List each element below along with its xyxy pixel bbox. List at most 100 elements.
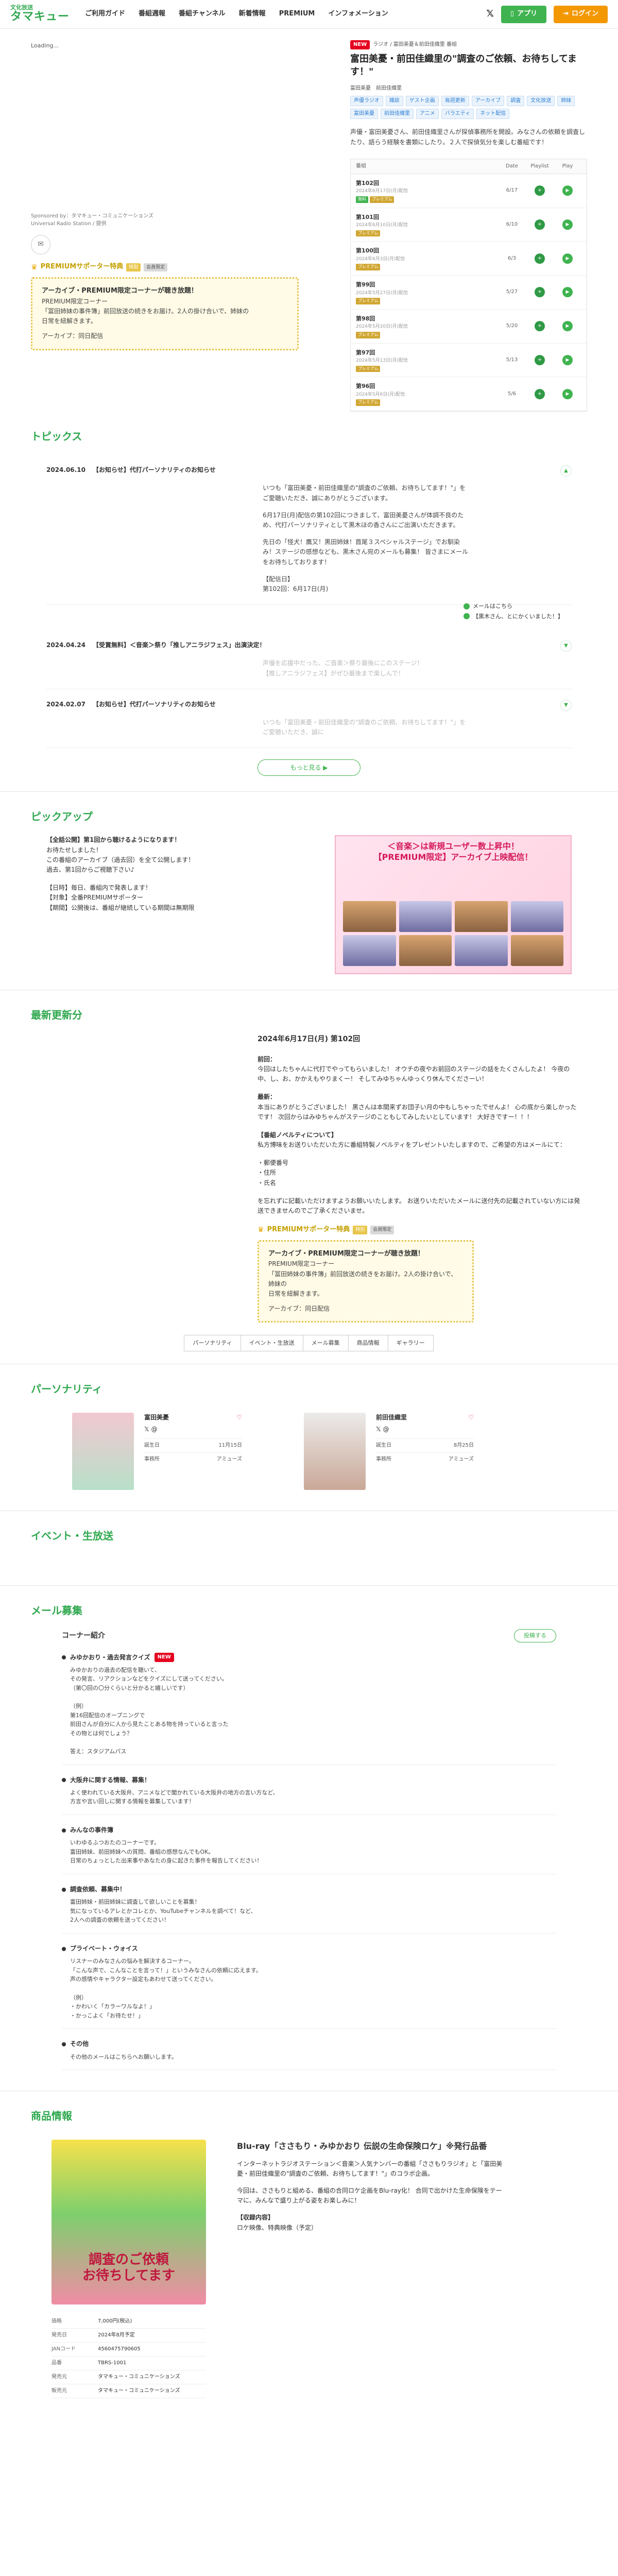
topic-item[interactable]: 2024.04.24 【受賞無料】＜音楽＞祭り「推しアニラジフェス」出演決定！ … (46, 630, 572, 689)
pickup-banner[interactable]: ＜音楽＞は新規ユーザー数上昇中！ 【PREMIUM限定】アーカイブ上映配信！ (335, 835, 572, 975)
episode-badge: プレミアム (356, 331, 381, 338)
topic-main: 【お知らせ】代打パーソナリティのお知らせ いつも「富田美憂・前田佳織里の"調査の… (82, 700, 560, 738)
personality-detail-row: 誕生日 11月15日 (144, 1438, 242, 1452)
play-icon[interactable]: ▶ (562, 388, 573, 399)
episode-row[interactable]: 第101回 2024年6月10日(月)配信 プレミアム 6/10 + ▶ (351, 208, 587, 242)
tag[interactable]: ネット配信 (476, 109, 510, 120)
site-logo[interactable]: 文化放送 タマキュー (10, 5, 70, 23)
episode-row[interactable]: 第102回 2024年6月17日(月)配信 無料 プレミアム 6/17 + ▶ (351, 174, 587, 208)
tag[interactable]: 雑談 (385, 96, 403, 107)
topic-link[interactable]: メールはこちら (464, 602, 572, 611)
app-button-label: アプリ (517, 10, 538, 18)
episode-row[interactable]: 第96回 2024年5月6日(月)配信 プレミアム 5/6 + ▶ (351, 377, 587, 412)
personality-name-row: 前田佳織里 ♡ (376, 1413, 474, 1422)
personality-x-link[interactable]: 𝕏 @ (376, 1425, 474, 1434)
play-icon[interactable]: ▶ (562, 219, 573, 230)
login-button[interactable]: ⇥ ログイン (554, 5, 608, 23)
site-header: 文化放送 タマキュー ご利用ガイド 番組週報 番組チャンネル 新着情報 PREM… (0, 0, 618, 29)
corner-name: その他 (62, 2039, 556, 2049)
topic-link[interactable]: 【黒木さん、とにかくいました！】 (464, 612, 572, 621)
topic-item[interactable]: 2024.02.07 【お知らせ】代打パーソナリティのお知らせ いつも「富田美憂… (46, 689, 572, 749)
chevron-down-icon[interactable]: ▼ (560, 640, 572, 652)
episode-row[interactable]: 第99回 2024年5月27日(月)配信 プレミアム 5/27 + ▶ (351, 276, 587, 310)
play-icon[interactable]: ▶ (562, 355, 573, 366)
add-playlist-icon[interactable]: + (535, 287, 545, 298)
play-cell: ▶ (554, 355, 581, 366)
cast-label: 富田美憂 前田佳織里 (350, 86, 402, 92)
nav-item-info[interactable]: インフォメーション (328, 9, 388, 20)
tab-products[interactable]: 商品情報 (348, 1335, 388, 1351)
add-playlist-icon[interactable]: + (535, 388, 545, 399)
product-image[interactable]: 調査のご依頼 お待ちしてます (52, 2140, 206, 2305)
tab-gallery[interactable]: ギャラリー (387, 1335, 434, 1351)
x-logo-icon[interactable]: 𝕏 (486, 7, 494, 22)
episode-row[interactable]: 第98回 2024年5月20日(月)配信 プレミアム 5/20 + ▶ (351, 310, 587, 344)
episode-subtitle: 2024年5月27日(月)配信 (356, 290, 408, 296)
banner-photo (455, 935, 508, 967)
add-playlist-icon[interactable]: + (535, 253, 545, 264)
tag[interactable]: 調査 (507, 96, 525, 107)
personality-card[interactable]: 富田美憂 ♡ 𝕏 @ 誕生日 11月15日 事務所 アミューズ (72, 1412, 242, 1490)
episode-cell: 第96回 2024年5月6日(月)配信 プレミアム (356, 382, 498, 406)
post-button[interactable]: 投稿する (514, 1629, 556, 1642)
chevron-down-icon[interactable]: ▼ (560, 699, 572, 711)
tab-events[interactable]: イベント・生放送 (240, 1335, 303, 1351)
tag[interactable]: 文化放送 (527, 96, 555, 107)
topic-title: 【受賞無料】＜音楽＞祭り「推しアニラジフェス」出演決定！ (93, 641, 266, 649)
chevron-up-icon[interactable]: ▲ (560, 465, 572, 477)
play-icon[interactable]: ▶ (562, 321, 573, 332)
mail-corner: その他 その他のメールはこちらへお願いします。 (62, 2039, 556, 2071)
topic-date: 2024.02.07 (46, 700, 85, 708)
tag[interactable]: バラエティ (441, 109, 474, 120)
topic-paragraph: いつも「富田美憂・前田佳織里の"調査のご依頼、お待ちしてます！"」をご愛聴いただ… (263, 484, 466, 502)
heart-icon[interactable]: ♡ (468, 1413, 474, 1422)
topic-links: メールはこちら 【黒木さん、とにかくいました！】 (464, 602, 572, 621)
special-badge: 特別 (353, 1226, 368, 1234)
app-button[interactable]: ▯ アプリ (501, 5, 547, 23)
add-playlist-icon[interactable]: + (535, 185, 545, 196)
nav-item-weekly[interactable]: 番組週報 (139, 9, 165, 20)
members-badge: 会員限定 (144, 263, 168, 272)
play-icon[interactable]: ▶ (562, 185, 573, 196)
tag[interactable]: 前田佳織里 (381, 109, 414, 120)
tag[interactable]: 毎週更新 (441, 96, 469, 107)
episode-row[interactable]: 第100回 2024年6月3日(月)配信 プレミアム 6/3 + ▶ (351, 242, 587, 276)
episode-title: 第96回 (356, 383, 375, 390)
detail-value: 11月15日 (218, 1443, 242, 1449)
tag[interactable]: ゲスト企画 (405, 96, 439, 107)
add-playlist-icon[interactable]: + (535, 321, 545, 332)
topics-section: トピックス (0, 428, 618, 445)
mail-icon[interactable]: ✉ (31, 234, 50, 255)
play-cell: ▶ (554, 287, 581, 298)
personality-card[interactable]: 前田佳織里 ♡ 𝕏 @ 誕生日 8月25日 事務所 アミューズ (304, 1412, 474, 1490)
corner-name: 大阪弁に関する情報、募集！ (62, 1775, 556, 1785)
spec-row: JANコード 4560475790605 (52, 2343, 206, 2357)
nav-item-guide[interactable]: ご利用ガイド (85, 9, 125, 20)
more-topics-button[interactable]: もっと見る ▶ (258, 759, 360, 776)
add-playlist-icon[interactable]: + (535, 355, 545, 366)
play-icon[interactable]: ▶ (562, 253, 573, 264)
tag[interactable]: 声優ラジオ (350, 96, 383, 107)
episode-badges: プレミアム (356, 399, 498, 406)
episode-row[interactable]: 第97回 2024年5月13日(月)配信 プレミアム 5/13 + ▶ (351, 344, 587, 378)
nav-item-premium[interactable]: PREMIUM (279, 9, 315, 20)
nav-item-channel[interactable]: 番組チャンネル (179, 9, 226, 20)
play-icon[interactable]: ▶ (562, 287, 573, 298)
corner-intro-title: コーナー紹介 (62, 1631, 105, 1640)
episode-title: 第99回 (356, 281, 375, 289)
tag[interactable]: アーカイブ (471, 96, 505, 107)
tab-personality[interactable]: パーソナリティ (184, 1335, 241, 1351)
add-playlist-icon[interactable]: + (535, 219, 545, 230)
personality-x-link[interactable]: 𝕏 @ (144, 1425, 242, 1434)
tag[interactable]: アニメ (416, 109, 439, 120)
heart-icon[interactable]: ♡ (236, 1413, 242, 1422)
player-area[interactable] (31, 50, 299, 205)
tab-mail[interactable]: メール募集 (302, 1335, 349, 1351)
personality-info: 富田美憂 ♡ 𝕏 @ 誕生日 11月15日 事務所 アミューズ (144, 1413, 242, 1490)
spec-row: 価格 7,000円(税込) (52, 2315, 206, 2329)
tag[interactable]: 姉妹 (557, 96, 575, 107)
tag[interactable]: 富田美憂 (350, 109, 378, 120)
topic-item[interactable]: 2024.06.10 【お知らせ】代打パーソナリティのお知らせ いつも「富田美憂… (46, 455, 572, 605)
episode-table: 番組 Date Playlist Play 第102回 2024年6月17日(月)… (350, 158, 587, 412)
nav-item-news[interactable]: 新着情報 (239, 9, 266, 20)
